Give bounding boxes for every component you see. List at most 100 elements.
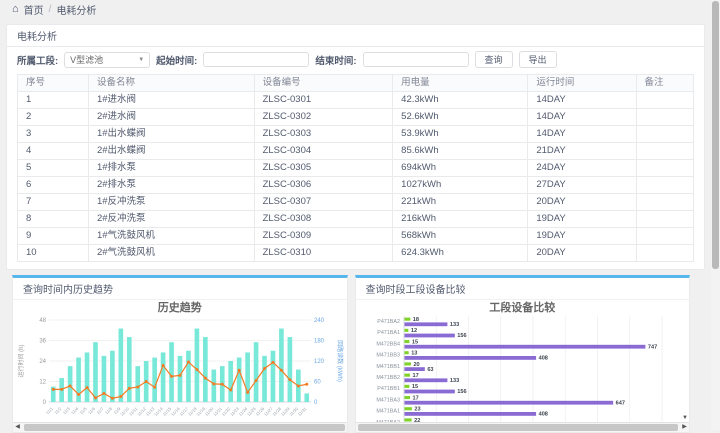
svg-text:120: 120 (314, 359, 325, 365)
svg-text:11/2: 11/2 (53, 406, 63, 416)
table-cell: 20DAY (528, 194, 636, 211)
svg-text:13: 13 (411, 351, 417, 357)
svg-text:133: 133 (449, 322, 458, 328)
svg-text:11/3: 11/3 (62, 406, 72, 416)
breadcrumb-home[interactable]: 首页 (24, 2, 44, 17)
table-cell (636, 228, 694, 245)
scroll-down-icon[interactable]: ▼ (682, 415, 688, 421)
svg-text:12: 12 (39, 380, 46, 386)
table-header-row: 序号设备名称设备编号用电量运行时间备注 (18, 75, 694, 92)
svg-text:156: 156 (457, 389, 466, 395)
end-time-input[interactable] (363, 52, 469, 67)
table-cell: 8 (18, 211, 89, 228)
table-cell: ZLSC-0309 (254, 228, 393, 245)
svg-text:M471BB1: M471BB1 (376, 364, 400, 370)
table-cell: 9 (18, 228, 89, 245)
table-cell: 2#气洗鼓风机 (88, 245, 254, 262)
svg-text:240: 240 (314, 318, 325, 324)
table-cell: 5 (18, 160, 89, 177)
table-header-cell: 设备编号 (254, 75, 393, 92)
right-card-horizontal-scrollbar[interactable]: ▶ (356, 422, 690, 432)
table-row: 102#气洗鼓风机ZLSC-0310624.3kWh20DAY (18, 245, 694, 262)
svg-text:156: 156 (457, 333, 466, 339)
scroll-left-icon[interactable]: ◀ (13, 423, 22, 432)
svg-text:M471BA1: M471BA1 (376, 409, 400, 415)
breadcrumb-separator: / (49, 4, 52, 15)
table-header-cell: 备注 (636, 75, 694, 92)
table-header-cell: 用电量 (393, 75, 528, 92)
purple-bars (404, 322, 645, 427)
table-cell: 694kWh (393, 160, 528, 177)
svg-text:63: 63 (427, 367, 433, 373)
section-select[interactable]: V型滤池 ▼ (64, 52, 150, 68)
svg-text:20: 20 (413, 362, 419, 368)
svg-text:408: 408 (538, 412, 547, 418)
home-icon[interactable]: ⌂ (12, 4, 19, 15)
table-cell (636, 160, 694, 177)
left-card-horizontal-scrollbar[interactable]: ◀ (13, 422, 347, 432)
table-cell: ZLSC-0304 (254, 143, 393, 160)
svg-text:23: 23 (414, 407, 420, 413)
chevron-down-icon: ▼ (138, 57, 144, 63)
table-header-cell: 运行时间 (528, 75, 636, 92)
svg-text:M472BB4: M472BB4 (376, 341, 400, 347)
table-cell: 2 (18, 109, 89, 126)
table-cell (636, 177, 694, 194)
svg-text:180: 180 (314, 339, 325, 345)
table-cell: 221kWh (393, 194, 528, 211)
x-axis-labels: 11/111/211/311/411/511/611/711/811/911/1… (45, 406, 308, 417)
query-button[interactable]: 查询 (475, 51, 513, 68)
table-row: 31#出水蝶阀ZLSC-030353.9kWh14DAY (18, 126, 694, 143)
scroll-right-icon[interactable]: ▶ (680, 423, 689, 432)
export-button[interactable]: 导出 (519, 51, 557, 68)
svg-text:回路读数 (kWh): 回路读数 (kWh) (336, 340, 344, 382)
table-cell: ZLSC-0310 (254, 245, 393, 262)
svg-text:P471BB1: P471BB1 (377, 386, 400, 392)
table-cell: 216kWh (393, 211, 528, 228)
device-compare-card-header: 查询时段工段设备比较 (356, 278, 690, 300)
page-vertical-scrollbar[interactable] (711, 0, 720, 430)
table-cell: 1#气洗鼓风机 (88, 228, 254, 245)
table-row: 42#出水蝶阀ZLSC-030485.6kWh21DAY (18, 143, 694, 160)
table-cell (636, 126, 694, 143)
table-cell: 19DAY (528, 228, 636, 245)
svg-text:11/4: 11/4 (70, 406, 80, 416)
svg-text:11/5: 11/5 (78, 406, 88, 416)
table-cell: ZLSC-0308 (254, 211, 393, 228)
table-cell: 52.6kWh (393, 109, 528, 126)
table-cell (636, 245, 694, 262)
table-row: 51#排水泵ZLSC-0305694kWh24DAY (18, 160, 694, 177)
table-cell: 3 (18, 126, 89, 143)
table-cell: 14DAY (528, 92, 636, 109)
svg-text:36: 36 (39, 339, 46, 345)
svg-text:647: 647 (615, 400, 624, 406)
filter-bar: 所属工段: V型滤池 ▼ 起始时间: 结束时间: 查询 导出 (7, 47, 704, 72)
table-row: 71#反冲洗泵ZLSC-0307221kWh20DAY (18, 194, 694, 211)
svg-text:0: 0 (314, 400, 318, 406)
table-cell: 7 (18, 194, 89, 211)
table-cell: 10 (18, 245, 89, 262)
history-trend-chart: 012243648运行时间 (h)060120180240回路读数 (kWh)1… (15, 314, 345, 428)
table-cell: ZLSC-0307 (254, 194, 393, 211)
grid (404, 316, 662, 427)
power-analysis-panel: 电耗分析 所属工段: V型滤池 ▼ 起始时间: 结束时间: 查询 导出 序号设备… (6, 24, 705, 270)
table-cell: 1027kWh (393, 177, 528, 194)
table-cell: 2#进水阀 (88, 109, 254, 126)
table-cell: 2#反冲洗泵 (88, 211, 254, 228)
svg-text:48: 48 (39, 318, 46, 324)
svg-text:运行时间 (h): 运行时间 (h) (17, 344, 25, 377)
scrollbar-thumb[interactable] (712, 1, 719, 269)
category-labels: P471BA2P471BA1M472BB4M471BB3M471BB1M471B… (376, 319, 400, 426)
svg-text:11/1: 11/1 (45, 406, 55, 416)
svg-text:12: 12 (410, 328, 416, 334)
table-cell: 19DAY (528, 211, 636, 228)
table-cell: 21DAY (528, 143, 636, 160)
table-cell: 6 (18, 177, 89, 194)
table-header-cell: 设备名称 (88, 75, 254, 92)
table-cell: ZLSC-0302 (254, 109, 393, 126)
table-row: 22#进水阀ZLSC-030252.6kWh14DAY (18, 109, 694, 126)
table-cell: 24DAY (528, 160, 636, 177)
svg-text:15: 15 (411, 339, 417, 345)
svg-text:P471BA1: P471BA1 (377, 330, 400, 336)
start-time-input[interactable] (203, 52, 309, 67)
